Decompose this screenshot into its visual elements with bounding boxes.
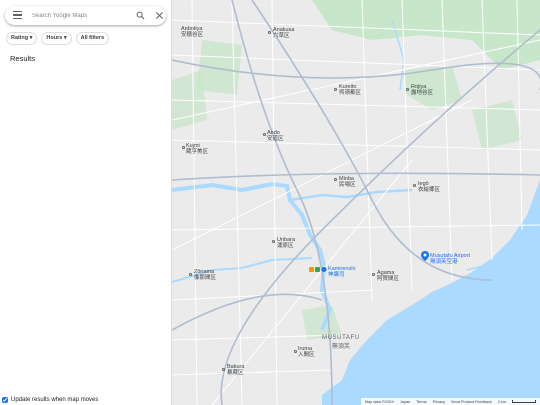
place-label-iego[interactable]: Iegō 衣絵郷区 [418,181,440,193]
place-label-zonama[interactable]: Zōnama 像那間区 [194,269,216,281]
map-attribution: Map data ©20XX Japan Terms Privacy Send … [360,398,540,405]
place-marker [334,178,337,181]
menu-icon[interactable] [13,11,22,19]
all-filters-button[interactable]: All filters [75,32,110,45]
map-data-notice: Map data ©20XX [364,399,394,404]
place-label-kureito[interactable]: Kureito 呉嶺都区 [339,84,361,96]
airport-native-name: 無須芙空港 [430,259,458,265]
side-panel: Rating ▾ Hours ▾ All filters Results Upd… [0,0,172,405]
results-title: Results [10,54,36,63]
place-label-anbotiya[interactable]: Anbotiya 安穂谷区 [181,26,203,38]
search-input[interactable] [32,9,122,22]
station-native-name: 神廉司 [328,272,345,278]
place-native-name: 運原区 [277,243,294,249]
place-native-name: 民場区 [339,182,356,188]
scale-bar [512,400,536,403]
train-station-icon[interactable] [309,266,327,273]
search-box [5,6,166,25]
place-native-name: 蔵亨美区 [186,149,209,155]
place-marker [372,273,375,276]
update-results-label: Update results when map moves [11,397,99,403]
privacy-link[interactable]: Privacy [433,400,445,404]
place-marker [406,88,409,91]
place-native-name: 入間区 [298,352,315,358]
place-marker [294,350,297,353]
search-icon[interactable] [136,11,145,20]
filter-chips: Rating ▾ Hours ▾ All filters [6,32,110,45]
place-native-name: 暴蔵区 [227,370,244,376]
airport-pin-icon[interactable] [421,251,429,261]
place-native-name: 阿賀間区 [377,276,400,282]
update-results-toggle[interactable]: Update results when map moves [2,397,98,403]
place-marker [222,368,225,371]
place-label-agama[interactable]: Agama 阿賀間区 [377,270,399,282]
place-marker [268,31,271,34]
city-native-name: 無須芙 [331,344,350,350]
region-link[interactable]: Japan [400,400,410,404]
place-native-name: 穴草区 [273,33,290,39]
place-marker [272,240,275,243]
place-native-name: 安道区 [267,136,284,142]
place-label-anakusa[interactable]: Anakusa 穴草区 [273,27,294,39]
rating-filter-button[interactable]: Rating ▾ [6,32,38,45]
hours-filter-button[interactable]: Hours ▾ [41,32,72,45]
map-canvas[interactable]: Anbotiya 安穂谷区 Anakusa 穴草区 Kureito 呉嶺都区 Roji… [172,0,540,405]
place-label-bakura[interactable]: Bakura 暴蔵区 [227,364,244,376]
place-native-name: 安穂谷区 [181,32,204,38]
feedback-link[interactable]: Send Product Feedback [451,400,492,404]
place-native-name: 像那間区 [194,275,217,281]
terms-link[interactable]: Terms [416,400,426,404]
scale-label[interactable]: 2 km [498,400,506,404]
place-label-ando[interactable]: Ando 安道区 [267,130,284,142]
place-marker [413,184,416,187]
close-icon[interactable] [155,11,164,20]
place-marker [263,133,266,136]
place-native-name: 露地谷区 [411,90,434,96]
place-label-rojiya[interactable]: Rojiya 露地谷区 [411,84,433,96]
place-label-minba[interactable]: Minba 民場区 [339,176,356,188]
place-label-iruma[interactable]: Iruma 入間区 [298,346,315,358]
city-label[interactable]: MUSUTAFU 無須芙 [322,335,360,350]
airport-label[interactable]: Musutafu Airport 無須芙空港 [430,253,470,265]
update-results-checkbox[interactable] [2,397,8,403]
place-label-unbara[interactable]: Unbara 運原区 [277,237,295,249]
station-label[interactable]: Kamirenshi 神廉司 [328,266,356,278]
place-native-name: 呉嶺都区 [339,90,362,96]
place-marker [189,273,192,276]
place-native-name: 衣絵郷区 [418,187,441,193]
place-label-kujmi[interactable]: Kujmi 蔵亨美区 [186,143,208,155]
place-marker [182,146,185,149]
place-marker [334,88,337,91]
